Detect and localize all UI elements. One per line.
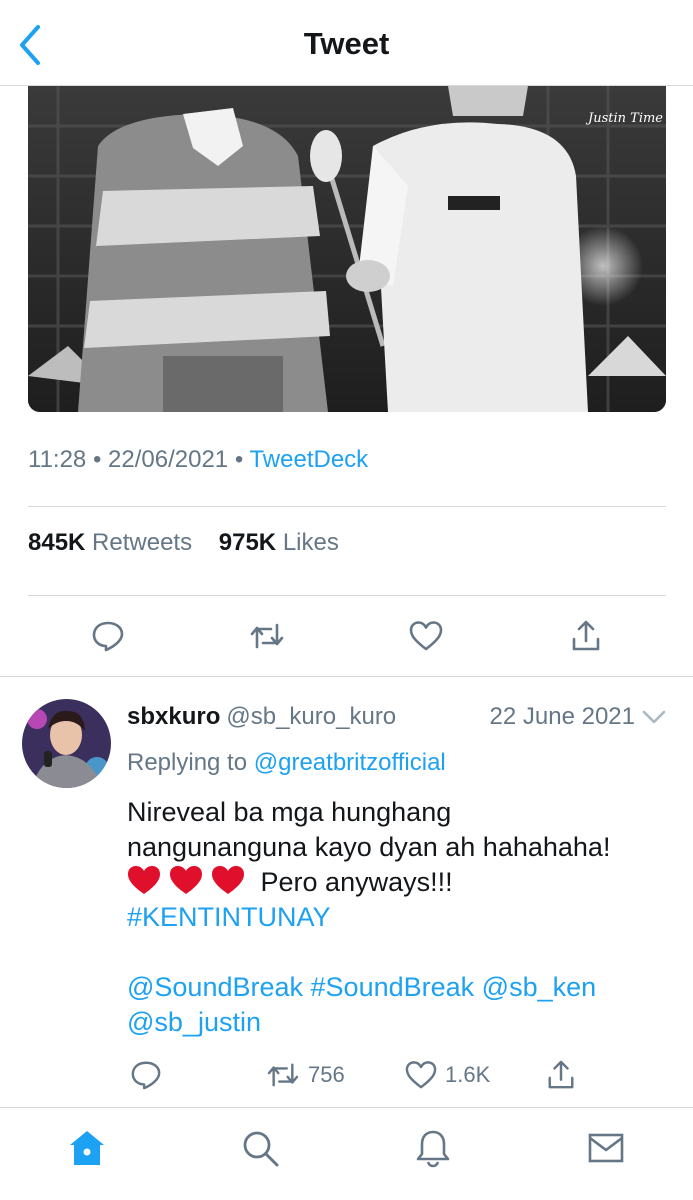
retweet-count: 845K (28, 529, 86, 556)
divider (28, 595, 666, 596)
red-heart-emoji (128, 866, 160, 894)
meta-separator: • (92, 446, 102, 473)
replying-prefix: Replying to (127, 749, 248, 776)
like-icon (405, 1061, 437, 1089)
top-bar: Tweet (0, 0, 693, 86)
reply-header: sbxkuro @sb_kuro_kuro (127, 703, 396, 731)
tab-home[interactable] (65, 1126, 109, 1170)
like-button[interactable] (406, 616, 446, 656)
like-icon (409, 621, 443, 651)
messages-icon (588, 1133, 624, 1163)
reply-text: Nireveal ba mga hunghang nangunanguna ka… (127, 795, 667, 1040)
like-count: 975K (218, 529, 277, 556)
tab-messages[interactable] (584, 1126, 628, 1170)
share-icon (548, 1060, 574, 1089)
chevron-down-icon (642, 710, 666, 724)
reply-line-text: Pero anyways!!! (260, 867, 453, 897)
retweet-icon (250, 623, 284, 649)
meta-separator: • (234, 446, 244, 473)
hashtag-link[interactable]: #SoundBreak (311, 972, 475, 1002)
tab-search[interactable] (238, 1126, 282, 1170)
reply-share-button[interactable] (546, 1055, 576, 1095)
svg-text:Justin Time: Justin Time (585, 111, 663, 126)
reply-reply-button[interactable] (130, 1055, 162, 1095)
reply-like-count: 1.6K (445, 1062, 491, 1087)
tab-notifications[interactable] (411, 1126, 455, 1170)
red-heart-emoji (170, 866, 202, 894)
search-icon (243, 1131, 279, 1167)
mention-link[interactable]: @sb_justin (127, 1007, 261, 1037)
reply-actions: 756 1.6K (0, 1055, 693, 1095)
tweet-stats: 845K Retweets 975K Likes (28, 529, 339, 557)
reply-icon (131, 1061, 161, 1090)
replying-to-link[interactable]: @greatbritzofficial (254, 749, 446, 776)
reply-retweet-count: 756 (308, 1062, 345, 1087)
home-icon (70, 1131, 104, 1165)
more-options-button[interactable] (641, 707, 667, 727)
reply-line: Pero anyways!!! (127, 865, 667, 900)
retweet-button[interactable] (247, 616, 287, 656)
reply-date: 22 June 2021 (489, 703, 635, 730)
reply-line: Nireveal ba mga hunghang (127, 797, 452, 827)
mention-link[interactable]: @sb_ken (482, 972, 596, 1002)
divider (28, 506, 666, 507)
reply-retweet-button[interactable]: 756 (266, 1055, 345, 1095)
tweet-source-link[interactable]: TweetDeck (249, 446, 368, 473)
replying-to: Replying to @greatbritzofficial (127, 749, 446, 777)
likes-label: Likes (282, 529, 339, 556)
mention-link[interactable]: @SoundBreak (127, 972, 303, 1002)
avatar[interactable] (22, 699, 111, 788)
likes-stat[interactable]: 975K Likes (219, 529, 339, 556)
notifications-icon (416, 1130, 450, 1168)
share-icon (572, 620, 600, 651)
reply-icon (92, 621, 124, 652)
tweet-time: 11:28 (28, 446, 87, 473)
share-button[interactable] (566, 616, 606, 656)
page-title: Tweet (303, 26, 390, 61)
retweet-icon (267, 1063, 299, 1087)
tweet-actions (0, 612, 693, 660)
retweet-label: Retweets (92, 529, 193, 556)
tweet-date: 22/06/2021 (108, 446, 229, 473)
bottom-tab-bar (0, 1107, 693, 1200)
reply-tweet[interactable]: sbxkuro @sb_kuro_kuro 22 June 2021 Replyi… (0, 677, 693, 1107)
display-name[interactable]: sbxkuro (127, 703, 220, 730)
retweets-stat[interactable]: 845K Retweets (28, 529, 192, 556)
reply-button[interactable] (88, 616, 128, 656)
reply-like-button[interactable]: 1.6K (405, 1055, 490, 1095)
red-heart-emoji (212, 866, 244, 894)
reply-line: nangunanguna kayo dyan ah hahahaha! (127, 832, 611, 862)
username[interactable]: @sb_kuro_kuro (226, 703, 396, 730)
tweet-meta: 11:28 • 22/06/2021 • TweetDeck (28, 446, 368, 474)
hashtag-link[interactable]: #KENTINTUNAY (127, 902, 331, 932)
tweet-photo[interactable]: Justin Time (28, 86, 666, 412)
